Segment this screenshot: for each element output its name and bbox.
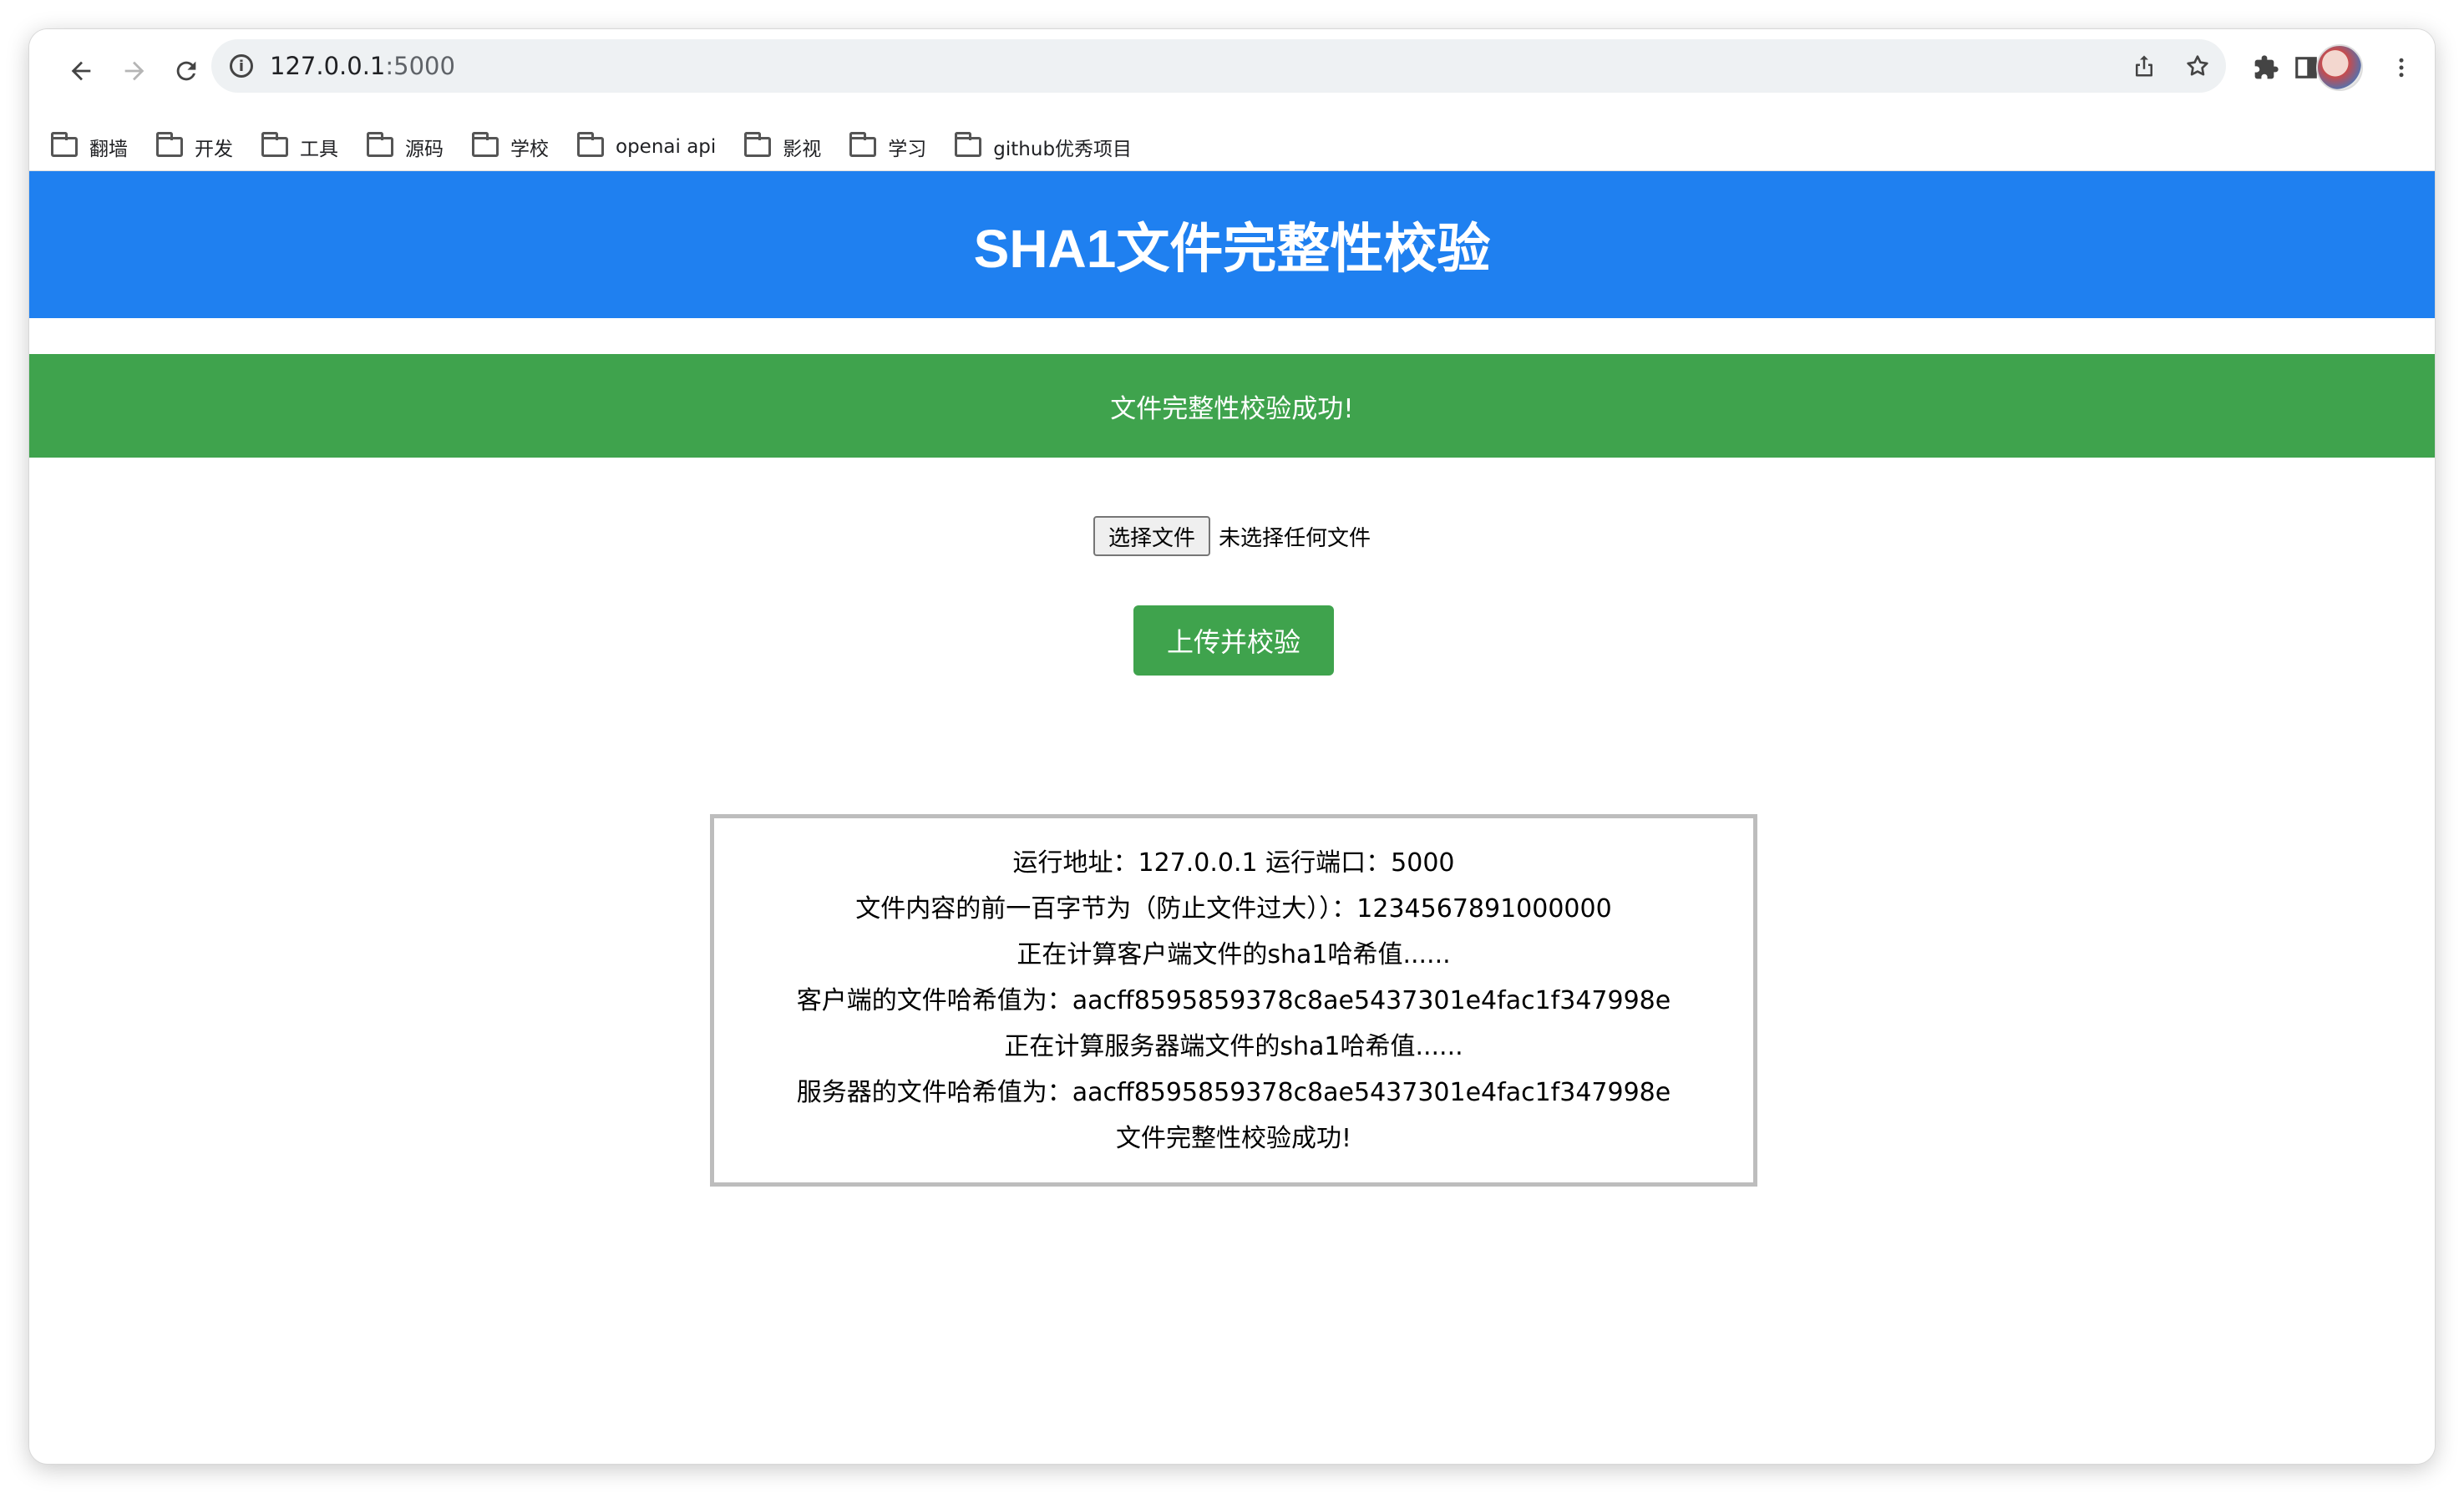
url-port: :5000 [385,52,455,80]
log-line: 正在计算客户端文件的sha1哈希值...... [1017,940,1451,969]
bookmark-label: 源码 [405,138,444,160]
folder-icon [849,131,877,157]
bookmark-folder[interactable]: openai api [577,131,717,158]
success-banner: 文件完整性校验成功! [29,354,2435,458]
info-icon[interactable]: i [230,54,253,78]
bookmark-folder[interactable]: 开发 [156,131,233,161]
arrow-right-icon [124,61,144,81]
log-line: 服务器的文件哈希值为：aacff8595859378c8ae5437301e4f… [796,1078,1671,1107]
result-log-box: 运行地址：127.0.0.1 运行端口：5000 文件内容的前一百字节为（防止文… [710,814,1757,1187]
side-panel-icon [2295,57,2317,78]
bookmark-label: 学校 [510,138,549,160]
bookmark-folder[interactable]: 工具 [261,131,338,161]
folder-icon [367,131,393,157]
reload-button[interactable] [160,44,213,98]
bookmark-label: 工具 [300,138,338,160]
bookmark-label: 翻墙 [89,138,128,160]
bookmark-folder[interactable]: 学习 [849,131,927,161]
browser-window: i 127.0.0.1:5000 翻墙 开发 工具 源码 学校 openai a… [29,29,2435,1464]
bookmark-folder[interactable]: 影视 [744,131,822,161]
folder-icon [744,131,772,157]
share-button[interactable] [2119,41,2169,91]
url-host: 127.0.0.1 [270,52,386,80]
profile-avatar[interactable] [2316,44,2363,91]
kebab-menu-icon [2399,58,2404,78]
bookmark-folder[interactable]: github优秀项目 [955,131,1133,161]
bookmark-star-button[interactable] [2172,41,2223,91]
success-message: 文件完整性校验成功! [1110,393,1354,424]
folder-icon [51,131,78,157]
page-header: SHA1文件完整性校验 [29,171,2435,318]
bookmark-folder[interactable]: 学校 [472,131,549,161]
browser-menu-button[interactable] [2376,43,2426,93]
log-line: 客户端的文件哈希值为：aacff8595859378c8ae5437301e4f… [796,986,1671,1015]
bookmark-label: 影视 [783,138,822,160]
bookmark-folder[interactable]: 源码 [367,131,444,161]
log-line: 文件完整性校验成功! [1115,1124,1352,1153]
file-input-row: 选择文件 未选择任何文件 [29,516,2435,556]
reload-icon [176,61,196,81]
choose-file-button[interactable]: 选择文件 [1093,516,1210,556]
log-line: 文件内容的前一百字节为（防止文件过大））：1234567891000000 [855,894,1612,924]
url-text[interactable]: 127.0.0.1:5000 [270,52,2119,80]
star-icon [2187,55,2208,76]
folder-icon [472,131,499,157]
upload-verify-button[interactable]: 上传并校验 [1133,605,1334,676]
folder-icon [955,131,982,157]
bookmark-label: 学习 [888,138,927,160]
bookmark-label: github优秀项目 [993,138,1133,160]
bookmarks-bar: 翻墙 开发 工具 源码 学校 openai api 影视 学习 github优秀… [29,123,2435,171]
page-title: SHA1文件完整性校验 [973,219,1491,279]
folder-icon [156,131,183,157]
bookmark-folder[interactable]: 翻墙 [51,131,128,161]
log-line: 运行地址：127.0.0.1 运行端口：5000 [1012,848,1455,878]
file-status: 未选择任何文件 [1219,525,1371,551]
folder-icon [261,131,288,157]
bookmark-label: 开发 [195,138,233,160]
log-line: 正在计算服务器端文件的sha1哈希值...... [1004,1032,1463,1061]
browser-toolbar: i 127.0.0.1:5000 [29,29,2435,123]
back-button[interactable] [54,44,108,98]
share-icon [2136,55,2152,77]
arrow-left-icon [71,61,91,81]
bookmark-label: openai api [616,135,717,158]
page-viewport: SHA1文件完整性校验 文件完整性校验成功! 选择文件 未选择任何文件 上传并校… [29,171,2435,1464]
folder-icon [577,131,604,157]
address-bar[interactable]: i 127.0.0.1:5000 [211,39,2226,93]
forward-button[interactable] [108,44,161,98]
